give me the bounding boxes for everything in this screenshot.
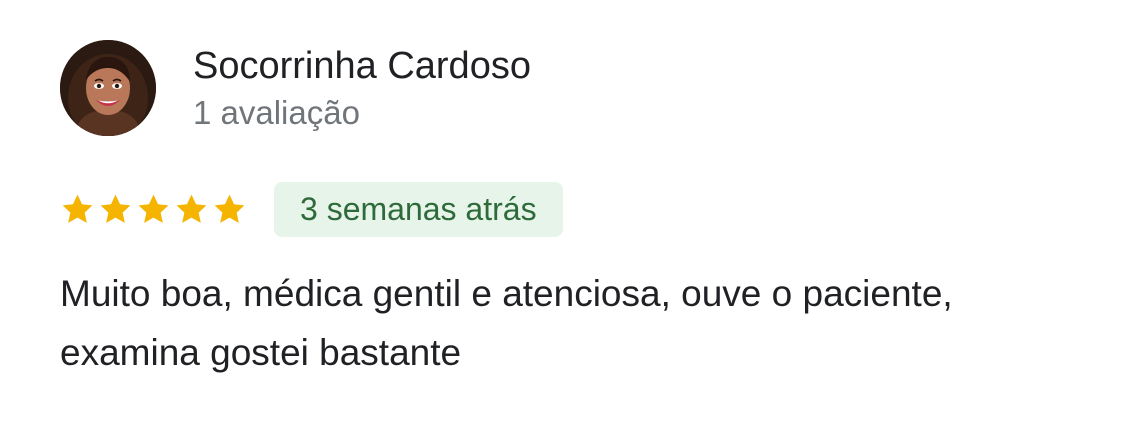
review-text: Muito boa, médica gentil e atenciosa, ou… <box>60 273 953 373</box>
review-time-badge: 3 semanas atrás <box>274 181 563 237</box>
avatar[interactable] <box>60 40 156 136</box>
star-rating <box>60 192 247 227</box>
star-icon <box>62 194 93 223</box>
rating-row: 3 semanas atrás <box>60 181 563 237</box>
avatar-photo <box>60 40 156 136</box>
author-review-count: 1 avaliação <box>193 94 360 131</box>
star-icon <box>100 194 131 223</box>
star-icon <box>214 194 245 223</box>
star-icon <box>176 194 207 223</box>
author-name[interactable]: Socorrinha Cardoso <box>193 40 531 92</box>
review-card: Socorrinha Cardoso 1 avaliação 3 semanas… <box>0 0 1141 445</box>
star-icon <box>138 194 169 223</box>
